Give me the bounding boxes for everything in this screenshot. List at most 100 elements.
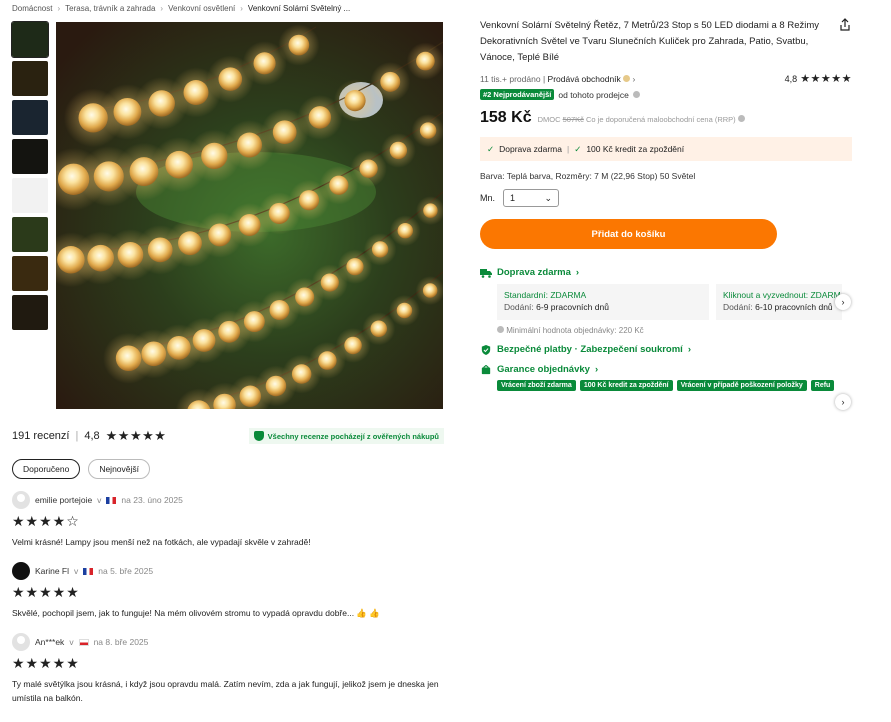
bulb <box>218 67 243 91</box>
add-to-cart-button[interactable]: Přidat do košíku <box>480 219 777 249</box>
thumbnail[interactable] <box>12 100 48 135</box>
rrp-info: DMOC 507Kč Co je doporučená maloobchodní… <box>538 115 745 124</box>
bulb <box>298 190 320 211</box>
bulb <box>397 223 413 239</box>
thumbnail[interactable] <box>12 139 48 174</box>
free-shipping-label: Doprava zdarma <box>499 144 562 154</box>
review-item: Karine Fl v na 5. bře 2025 ★★★★★ Skvělé,… <box>12 562 444 620</box>
guarantee-tag: Vrácení zboží zdarma <box>497 380 576 391</box>
next-arrow-button[interactable]: › <box>835 394 851 410</box>
shipping-option-standard[interactable]: Standardní: ZDARMA Dodání: 6-9 pracovníc… <box>497 284 709 320</box>
verified-reviews-badge: Všechny recenze pocházejí z ověřených ná… <box>248 428 444 444</box>
bulb <box>291 364 312 384</box>
guarantee-tag: 100 Kč kredit za zpoždění <box>579 380 673 391</box>
reviewer-name: emilie portejoie <box>35 495 93 505</box>
shield-icon <box>481 344 491 355</box>
bulb <box>269 300 290 320</box>
shipping-options: Standardní: ZDARMA Dodání: 6-9 pracovníc… <box>480 284 852 320</box>
review-stars: ★★★★★ <box>12 655 80 671</box>
bulb <box>268 202 290 224</box>
flag-fr-icon <box>106 496 117 504</box>
bestseller-row: #2 Nejprodávanější od tohoto prodejce <box>480 89 852 100</box>
review-text: Ty malé světýlka jsou krásná, i když jso… <box>12 679 439 703</box>
minimum-order-note: Minimální hodnota objednávky: 220 Kč <box>480 326 852 335</box>
bestseller-suffix: od tohoto prodejce <box>558 89 629 100</box>
bulb <box>329 175 349 195</box>
shipping-option-price: ZDARMA <box>550 290 587 300</box>
quantity-select[interactable]: 1 ⌄ <box>503 189 560 207</box>
thumbnail[interactable] <box>11 21 49 58</box>
order-guarantee-heading[interactable]: Garance objednávky › <box>480 364 852 375</box>
breadcrumb-current: Venkovní Solární Světelný ... <box>247 4 351 13</box>
rrp-note: Co je doporučená maloobchodní cena (RRP) <box>585 115 736 124</box>
bulb <box>238 214 261 236</box>
verified-reviews-text: Všechny recenze pocházejí z ověřených ná… <box>267 431 439 441</box>
breadcrumb-item[interactable]: Terasa, trávník a zahrada <box>65 4 155 13</box>
quantity-row: Mn. 1 ⌄ <box>480 189 852 207</box>
guarantee-tag: Vrácení v případě poškození položky <box>676 380 807 391</box>
thumbnail[interactable] <box>12 295 48 330</box>
reviews-section: 191 recenzí | 4,8 ★★★★★ Všechny recenze … <box>12 428 444 705</box>
chevron-right-icon: › <box>594 364 599 375</box>
chevron-right-icon[interactable]: › <box>633 74 636 84</box>
guarantee-tag: Refu <box>810 380 835 391</box>
next-arrow-button[interactable]: › <box>835 294 851 310</box>
average-rating: 4,8 <box>84 430 100 442</box>
minimum-order-text: Minimální hodnota objednávky: 220 Kč <box>506 326 644 335</box>
secure-payments-heading[interactable]: Bezpečné platby · Zabezpečení soukromí › <box>480 344 852 355</box>
delivery-label: Dodání: <box>504 302 534 312</box>
breadcrumb-separator: › <box>160 4 164 13</box>
thumbnail[interactable] <box>12 61 48 96</box>
info-icon[interactable] <box>632 91 640 98</box>
avatar <box>12 491 30 509</box>
sold-row: 11 tis.+ prodáno | Prodává obchodník › 4… <box>480 72 852 85</box>
product-rating[interactable]: 4,8 ★★★★★ <box>785 72 852 85</box>
order-guarantee-label: Garance objednávky <box>497 364 590 375</box>
share-icon[interactable] <box>838 18 852 32</box>
thumbnail[interactable] <box>12 256 48 291</box>
review-filters: Doporučeno Nejnovější <box>12 459 444 479</box>
seller-link[interactable]: Prodává obchodník <box>548 74 621 84</box>
check-icon: ✓ <box>487 143 495 154</box>
avatar <box>12 633 30 651</box>
review-text: Skvělé, pochopil jsem, jak to funguje! N… <box>12 608 380 618</box>
shipping-option-pickup[interactable]: Kliknout a vyzvednout: ZDARMA Dodání: 6-… <box>716 284 842 320</box>
review-date: na 23. úno 2025 <box>121 495 183 505</box>
chevron-down-icon: ⌄ <box>544 192 553 203</box>
breadcrumb-separator: › <box>240 4 243 13</box>
bulb <box>344 90 366 112</box>
filter-newest[interactable]: Nejnovější <box>88 459 150 479</box>
bulb <box>346 258 364 276</box>
delivery-time: 6-9 pracovních dnů <box>536 302 609 312</box>
breadcrumb-item[interactable]: Venkovní osvětlení <box>168 4 235 13</box>
bulb <box>253 52 276 75</box>
info-icon[interactable] <box>737 115 745 122</box>
thumbnail[interactable] <box>12 217 48 252</box>
bulb <box>359 159 378 178</box>
bulb <box>201 142 228 169</box>
breadcrumb-item[interactable]: Domácnost <box>12 4 52 13</box>
bulb <box>419 122 437 139</box>
shipping-benefits-bar: ✓ Doprava zdarma | ✓ 100 Kč kredit za zp… <box>480 137 852 161</box>
shield-icon <box>253 431 264 441</box>
secure-payments-label: Bezpečné platby · Zabezpečení soukromí <box>497 344 683 355</box>
thumbnail[interactable] <box>12 178 48 213</box>
bulb <box>295 287 315 307</box>
bulb <box>318 351 337 370</box>
bulb <box>272 120 297 145</box>
breadcrumb: Domácnost › Terasa, trávník a zahrada › … <box>12 4 350 13</box>
shipping-heading[interactable]: Doprava zdarma › <box>480 267 852 278</box>
rating-stars-icon: ★★★★★ <box>800 73 852 85</box>
delivery-label: Dodání: <box>723 302 753 312</box>
bulb <box>370 320 387 337</box>
reviews-summary: 191 recenzí | 4,8 ★★★★★ Všechny recenze … <box>12 428 444 444</box>
review-stars: ★★★★☆ <box>12 513 80 529</box>
bulb <box>320 273 339 292</box>
bulb <box>371 241 389 258</box>
review-count[interactable]: 191 recenzí <box>12 430 69 442</box>
bulb <box>380 71 401 92</box>
product-main-image[interactable] <box>56 22 443 409</box>
reviewer-name: An***ek <box>35 637 65 647</box>
filter-recommended[interactable]: Doporučeno <box>12 459 81 479</box>
flag-pl-icon <box>78 638 89 646</box>
